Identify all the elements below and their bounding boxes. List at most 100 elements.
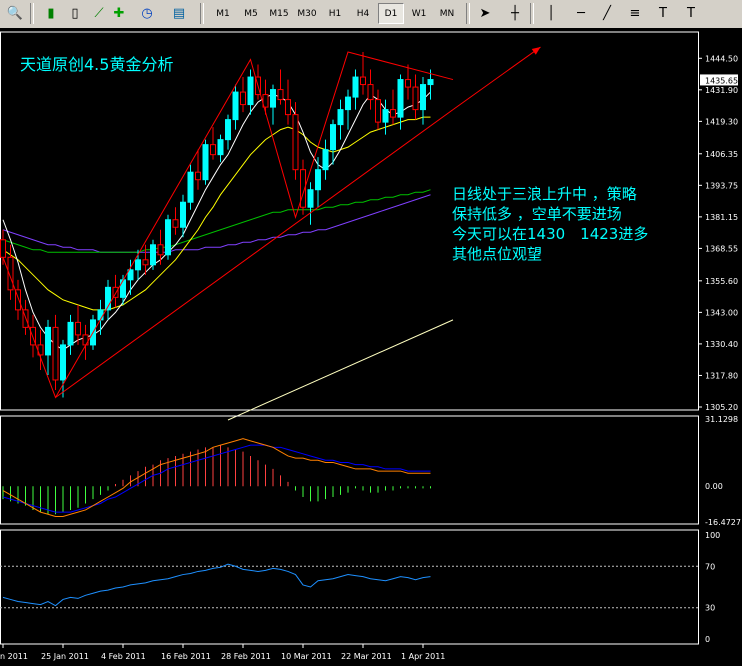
rsi-tick-label: 70: [705, 562, 715, 571]
macd-tick-label: 0.00: [705, 482, 723, 491]
candle-body: [157, 244, 164, 256]
candlestick-icon[interactable]: ▯: [64, 3, 86, 24]
timeframe-h1-button[interactable]: H1: [322, 3, 348, 24]
bar-chart-icon[interactable]: ▮: [40, 3, 62, 24]
fibonacci-icon[interactable]: ≡: [624, 3, 646, 24]
toolbar: 🔍 ▮ ▯ ⟋ ✚ ◷ ▤ ➤ ┼ │ ─ ╱ ≡ T T M1 M5 M15 M30 H1 H4 D1 W1 MN: [0, 0, 742, 29]
toolbar-separator: [200, 3, 204, 24]
chart-annotation-title: 天道原创4.5黄金分析: [20, 55, 173, 74]
candle-body: [367, 84, 374, 101]
candle-body: [120, 279, 126, 298]
price-tick-label: 1406.35: [705, 150, 738, 159]
x-tick-label: 22 Mar 2011: [341, 652, 392, 661]
price-tick-label: 1393.75: [705, 181, 738, 190]
candle-body: [217, 139, 224, 156]
candle-body: [360, 76, 366, 86]
x-tick-label: 28 Feb 2011: [221, 652, 271, 661]
candle-body: [45, 326, 51, 356]
price-tick-label: 1419.30: [705, 117, 738, 126]
line-chart-icon[interactable]: ⟋: [88, 3, 110, 24]
candle-body: [397, 79, 404, 118]
price-tick-label: 1317.80: [705, 371, 738, 380]
candle-body: [427, 79, 434, 86]
rsi-tick-label: 100: [705, 531, 720, 540]
candle-body: [187, 171, 194, 203]
candle-body: [307, 189, 314, 208]
candle-body: [315, 169, 321, 191]
strategy-note-line: 其他点位观望: [452, 245, 542, 263]
candle-body: [375, 99, 381, 123]
candle-body: [232, 91, 239, 121]
zoom-in-icon[interactable]: 🔍: [4, 3, 26, 24]
candle-body: [390, 109, 396, 118]
candle-body: [202, 144, 209, 181]
candle-body: [270, 89, 276, 108]
candle-body: [345, 96, 351, 111]
candle-body: [52, 326, 59, 381]
candle-body: [172, 219, 179, 228]
rsi-tick-label: 0: [705, 635, 710, 644]
x-tick-label: 21 Jan 2011: [0, 652, 28, 661]
candle-body: [150, 244, 156, 266]
trend-line-icon[interactable]: ╱: [596, 3, 618, 24]
horizontal-line-icon[interactable]: ─: [570, 3, 592, 24]
timeframe-mn-button[interactable]: MN: [434, 3, 460, 24]
candle-body: [405, 79, 411, 88]
candle-body: [337, 109, 344, 126]
vertical-line-icon[interactable]: │: [540, 3, 562, 24]
candle-body: [277, 89, 284, 101]
price-tick-label: 1444.50: [705, 54, 738, 63]
chart-background: [0, 28, 742, 666]
cursor-icon[interactable]: ➤: [474, 3, 496, 24]
timeframe-h4-button[interactable]: H4: [350, 3, 376, 24]
candle-body: [135, 259, 141, 271]
clock-icon[interactable]: ◷: [136, 3, 158, 24]
candle-body: [97, 309, 104, 321]
candle-body: [67, 321, 74, 346]
current-price-label: 1435.65: [705, 76, 738, 85]
strategy-note-line: 保持低多 ，空单不要进场: [452, 205, 622, 223]
price-tick-label: 1343.00: [705, 308, 738, 317]
candle-body: [165, 219, 171, 256]
timeframe-w1-button[interactable]: W1: [406, 3, 432, 24]
candle-body: [322, 149, 329, 171]
toolbar-separator: [30, 3, 34, 24]
x-tick-label: 16 Feb 2011: [161, 652, 211, 661]
new-order-icon[interactable]: ✚: [108, 3, 130, 24]
candle-body: [0, 239, 6, 258]
timeframe-m15-button[interactable]: M15: [266, 3, 292, 24]
price-tick-label: 1381.15: [705, 213, 738, 222]
candle-body: [180, 201, 186, 228]
timeframe-m1-button[interactable]: M1: [210, 3, 236, 24]
candle-body: [285, 99, 291, 116]
candle-body: [247, 76, 254, 106]
candle-body: [292, 114, 299, 171]
timeframe-d1-button[interactable]: D1: [378, 3, 404, 24]
candle-body: [352, 76, 359, 98]
candle-body: [420, 84, 426, 111]
price-tick-label: 1305.20: [705, 403, 738, 412]
macd-tick-label: -16.4727: [705, 518, 741, 527]
x-tick-label: 10 Mar 2011: [281, 652, 332, 661]
x-tick-label: 1 Apr 2011: [401, 652, 445, 661]
candle-body: [225, 119, 231, 141]
strategy-note-line: 日线处于三浪上升中 ，策略: [452, 185, 637, 203]
macd-tick-label: 31.1298: [705, 415, 738, 424]
timeframe-m5-button[interactable]: M5: [238, 3, 264, 24]
candle-body: [142, 259, 149, 266]
candle-body: [75, 321, 81, 336]
templates-icon[interactable]: ▤: [168, 3, 190, 24]
price-tick-label: 1368.55: [705, 244, 738, 253]
candle-body: [195, 171, 201, 181]
rsi-tick-label: 30: [705, 604, 715, 613]
price-tick-label: 1431.90: [705, 86, 738, 95]
candle-body: [330, 124, 336, 151]
price-tick-label: 1330.40: [705, 340, 738, 349]
x-tick-label: 25 Jan 2011: [41, 652, 89, 661]
label-icon[interactable]: T: [680, 3, 702, 24]
crosshair-icon[interactable]: ┼: [504, 3, 526, 24]
candle-body: [60, 344, 66, 381]
text-icon[interactable]: T: [652, 3, 674, 24]
timeframe-m30-button[interactable]: M30: [294, 3, 320, 24]
candle-body: [382, 109, 389, 123]
